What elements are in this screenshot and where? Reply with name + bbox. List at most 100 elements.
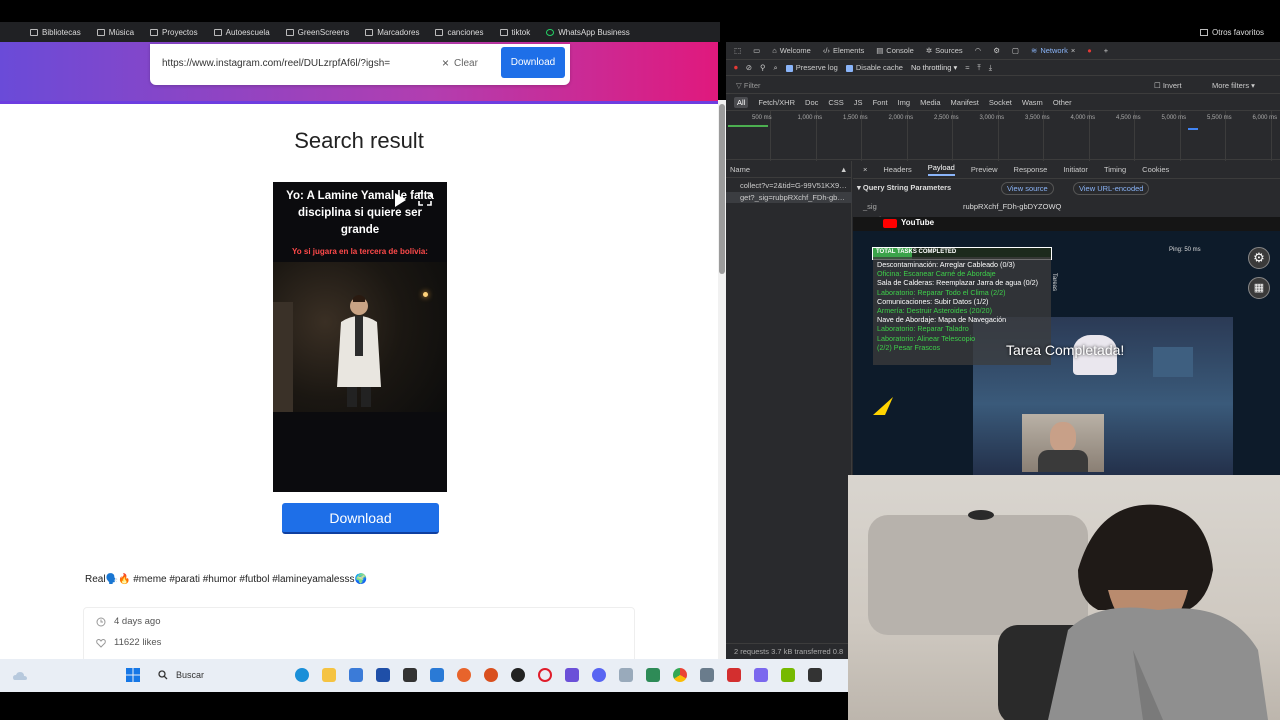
- discord-icon[interactable]: [592, 668, 606, 682]
- search-icon[interactable]: ⌕: [774, 63, 778, 73]
- clear-button[interactable]: × Clear: [442, 53, 478, 73]
- tab-label: Elements: [832, 46, 865, 55]
- type-filter-img[interactable]: Img: [898, 98, 911, 107]
- query-string-header[interactable]: ▾ Query String Parameters: [857, 183, 951, 192]
- game-icon[interactable]: [403, 668, 417, 682]
- download-button[interactable]: Download: [282, 503, 439, 534]
- small-webcam-feed: [1022, 414, 1104, 472]
- tab-sources[interactable]: ✲ Sources: [926, 46, 963, 55]
- request-row[interactable]: get?_sig=rubpRXchf_FDh-gb…: [740, 193, 845, 202]
- close-icon[interactable]: ×: [863, 165, 867, 174]
- performance-icon[interactable]: ◠: [975, 46, 982, 55]
- add-tab-icon[interactable]: +: [1104, 46, 1108, 55]
- tab-console[interactable]: ▤ Console: [876, 46, 914, 55]
- inspect-icon[interactable]: ⬚: [734, 46, 741, 55]
- nvidia-icon[interactable]: [781, 668, 795, 682]
- download-top-button[interactable]: Download: [501, 47, 565, 78]
- type-filter-font[interactable]: Font: [873, 98, 888, 107]
- windows-taskbar: Buscar: [0, 659, 848, 692]
- tab-welcome[interactable]: ⌂ Welcome: [772, 46, 811, 55]
- app-icon[interactable]: [619, 668, 633, 682]
- weather-icon[interactable]: [12, 669, 28, 683]
- type-filter-js[interactable]: JS: [854, 98, 863, 107]
- bookmark-item[interactable]: Música: [96, 28, 134, 37]
- throttling-select[interactable]: No throttling ▾: [911, 63, 957, 72]
- bookmark-item[interactable]: Autoescuela: [213, 28, 270, 37]
- preserve-log-checkbox[interactable]: Preserve log: [785, 63, 838, 72]
- bookmark-item[interactable]: WhatsApp Business: [546, 28, 630, 37]
- network-timeline[interactable]: 500 ms 1,000 ms 1,500 ms 2,000 ms 2,500 ms 3,…: [726, 110, 1280, 161]
- file-explorer-icon[interactable]: [322, 668, 336, 682]
- edge-icon[interactable]: [295, 668, 309, 682]
- play-icon[interactable]: [393, 192, 407, 208]
- bookmark-item[interactable]: GreenScreens: [285, 28, 349, 37]
- tab-preview[interactable]: Preview: [971, 165, 998, 174]
- app-icon[interactable]: [565, 668, 579, 682]
- url-input[interactable]: [162, 54, 427, 72]
- fullscreen-icon[interactable]: [418, 192, 432, 206]
- type-filter-other[interactable]: Other: [1053, 98, 1072, 107]
- bookmark-item[interactable]: canciones: [435, 28, 484, 37]
- type-filter-wasm[interactable]: Wasm: [1022, 98, 1043, 107]
- close-icon[interactable]: ×: [1071, 46, 1075, 55]
- view-url-encoded-button[interactable]: View URL-encoded: [1073, 182, 1150, 195]
- type-filter-socket[interactable]: Socket: [989, 98, 1012, 107]
- network-conditions-icon[interactable]: ≈: [965, 63, 969, 72]
- filter-input[interactable]: ▽ Filter: [736, 81, 761, 90]
- tab-initiator[interactable]: Initiator: [1063, 165, 1088, 174]
- gear-icon[interactable]: ⚙: [993, 46, 1000, 55]
- app-icon[interactable]: [457, 668, 471, 682]
- teams-icon[interactable]: [754, 668, 768, 682]
- windows-start-icon[interactable]: [126, 668, 140, 682]
- other-bookmarks[interactable]: Otros favoritos: [1200, 22, 1280, 42]
- chrome-icon[interactable]: [673, 668, 687, 682]
- bookmark-item[interactable]: tiktok: [499, 28, 530, 37]
- opera-icon[interactable]: [538, 668, 552, 682]
- import-icon[interactable]: ⤒: [977, 63, 980, 73]
- bookmark-item[interactable]: Marcadores: [365, 28, 419, 37]
- record-icon[interactable]: ●: [1087, 46, 1092, 55]
- export-icon[interactable]: ⤓: [989, 63, 992, 73]
- tab-cookies[interactable]: Cookies: [1142, 165, 1169, 174]
- view-source-button[interactable]: View source: [1001, 182, 1054, 195]
- device-toggle-icon[interactable]: ▭: [753, 46, 760, 55]
- tab-headers[interactable]: Headers: [883, 165, 911, 174]
- type-filter-fetchxhr[interactable]: Fetch/XHR: [758, 98, 795, 107]
- disable-cache-checkbox[interactable]: Disable cache: [845, 63, 903, 72]
- type-filter-css[interactable]: CSS: [828, 98, 843, 107]
- type-filter-manifest[interactable]: Manifest: [951, 98, 979, 107]
- stop-recording-icon[interactable]: ⏺: [734, 63, 738, 73]
- video-preview[interactable]: Yo: A Lamine Yamal le falta disciplina s…: [273, 182, 447, 492]
- obs-icon[interactable]: [511, 668, 525, 682]
- tab-timing[interactable]: Timing: [1104, 165, 1126, 174]
- type-filter-media[interactable]: Media: [920, 98, 940, 107]
- tab-response[interactable]: Response: [1014, 165, 1048, 174]
- vscode-icon[interactable]: [430, 668, 444, 682]
- type-filter-all[interactable]: All: [734, 96, 749, 108]
- memory-icon[interactable]: ▢: [1012, 46, 1019, 55]
- store-icon[interactable]: [376, 668, 390, 682]
- page-scrollbar-thumb[interactable]: [719, 104, 725, 274]
- app-icon[interactable]: [646, 668, 660, 682]
- filter-icon[interactable]: ⚲: [760, 63, 766, 72]
- bookmark-item[interactable]: Proyectos: [150, 28, 198, 37]
- request-row[interactable]: collect?v=2&tid=G-99V51KX9…: [740, 181, 847, 190]
- clear-log-icon[interactable]: ⊘: [746, 63, 752, 72]
- app-icon[interactable]: [484, 668, 498, 682]
- name-column-header[interactable]: Name: [730, 165, 750, 174]
- app-icon[interactable]: [349, 668, 363, 682]
- tasks-side-tab[interactable]: Tareas: [1051, 273, 1057, 291]
- tab-payload[interactable]: Payload: [927, 163, 955, 176]
- app-icon[interactable]: [727, 668, 741, 682]
- settings-icon[interactable]: [700, 668, 714, 682]
- invert-checkbox[interactable]: ☐ Invert: [1154, 78, 1182, 94]
- type-filter-doc[interactable]: Doc: [805, 98, 818, 107]
- app-icon[interactable]: [808, 668, 822, 682]
- settings-gear-icon[interactable]: ⚙: [1248, 247, 1270, 269]
- taskbar-search[interactable]: Buscar: [148, 664, 288, 686]
- tab-elements[interactable]: ‹/› Elements: [823, 46, 864, 55]
- more-filters-dropdown[interactable]: More filters ▾: [1212, 78, 1255, 94]
- bookmark-item[interactable]: Bibliotecas: [30, 28, 81, 37]
- map-icon[interactable]: ▦: [1248, 277, 1270, 299]
- tab-network[interactable]: ≋ Network ×: [1031, 46, 1075, 55]
